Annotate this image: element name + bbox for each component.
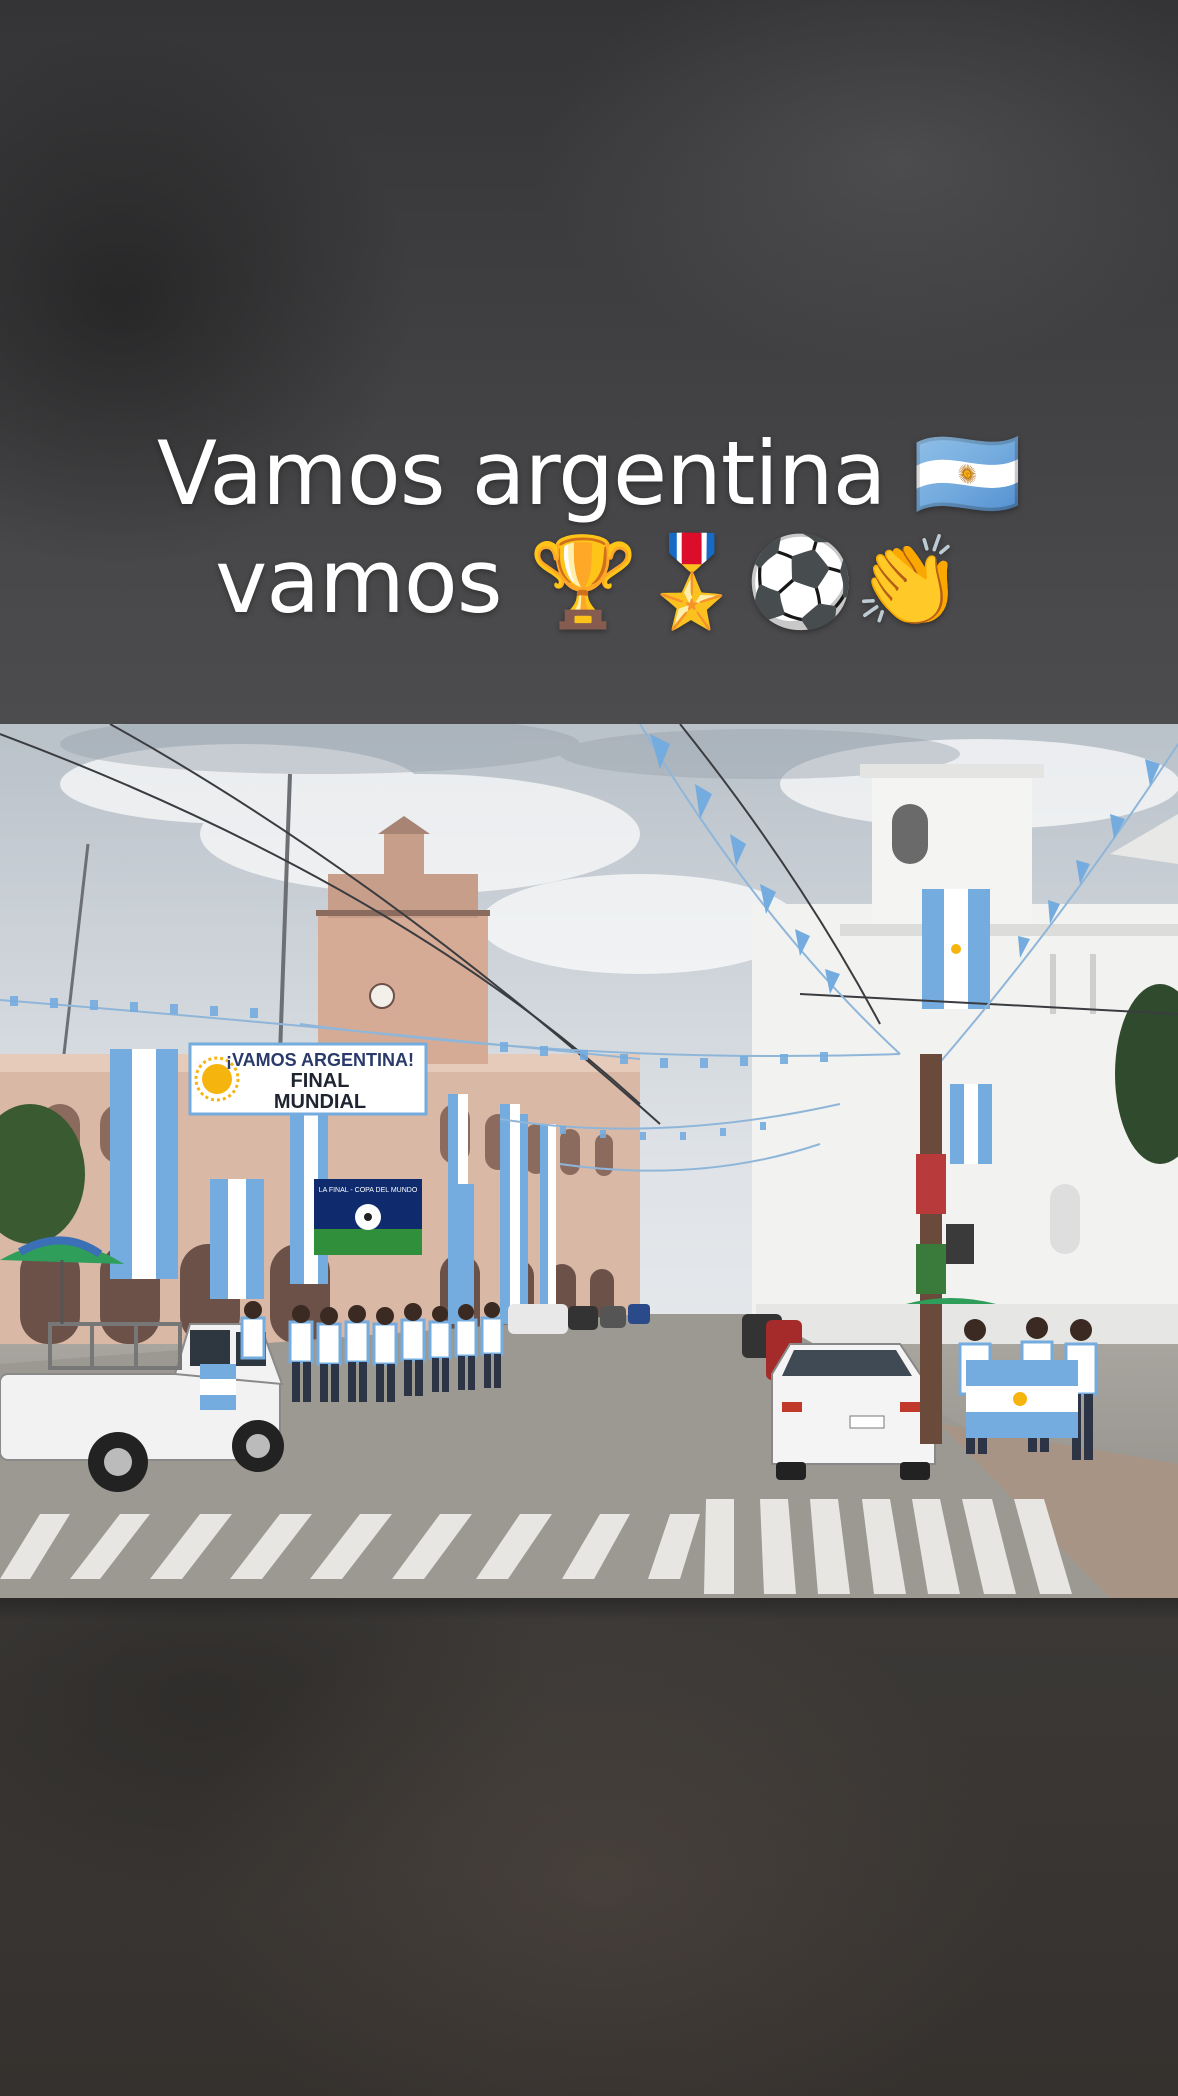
photo-shadow — [0, 1598, 1178, 1620]
banner-line-1: ¡VAMOS ARGENTINA! — [226, 1050, 414, 1070]
white-sedan — [771, 1343, 936, 1480]
street-photo: ¡VAMOS ARGENTINA! FINAL MUNDIAL LA FINAL… — [0, 724, 1178, 1598]
argentina-flag-held — [966, 1360, 1078, 1438]
caption-line-1: Vamos argentina 🇦🇷 — [156, 422, 1022, 525]
vamos-argentina-banner: ¡VAMOS ARGENTINA! FINAL MUNDIAL — [188, 1042, 428, 1116]
caption-line-2: vamos 🏆🎖️⚽👏 — [215, 530, 964, 633]
video-caption: Vamos argentina 🇦🇷 vamos 🏆🎖️⚽👏 — [0, 420, 1178, 636]
led-screen-text: LA FINAL - COPA DEL MUNDO — [319, 1187, 418, 1194]
street-scene-illustration: ¡VAMOS ARGENTINA! FINAL MUNDIAL LA FINAL… — [0, 724, 1178, 1598]
banner-line-3: MUNDIAL — [274, 1091, 366, 1113]
banner-line-2: FINAL — [291, 1070, 350, 1092]
led-screen: LA FINAL - COPA DEL MUNDO — [314, 1179, 422, 1255]
